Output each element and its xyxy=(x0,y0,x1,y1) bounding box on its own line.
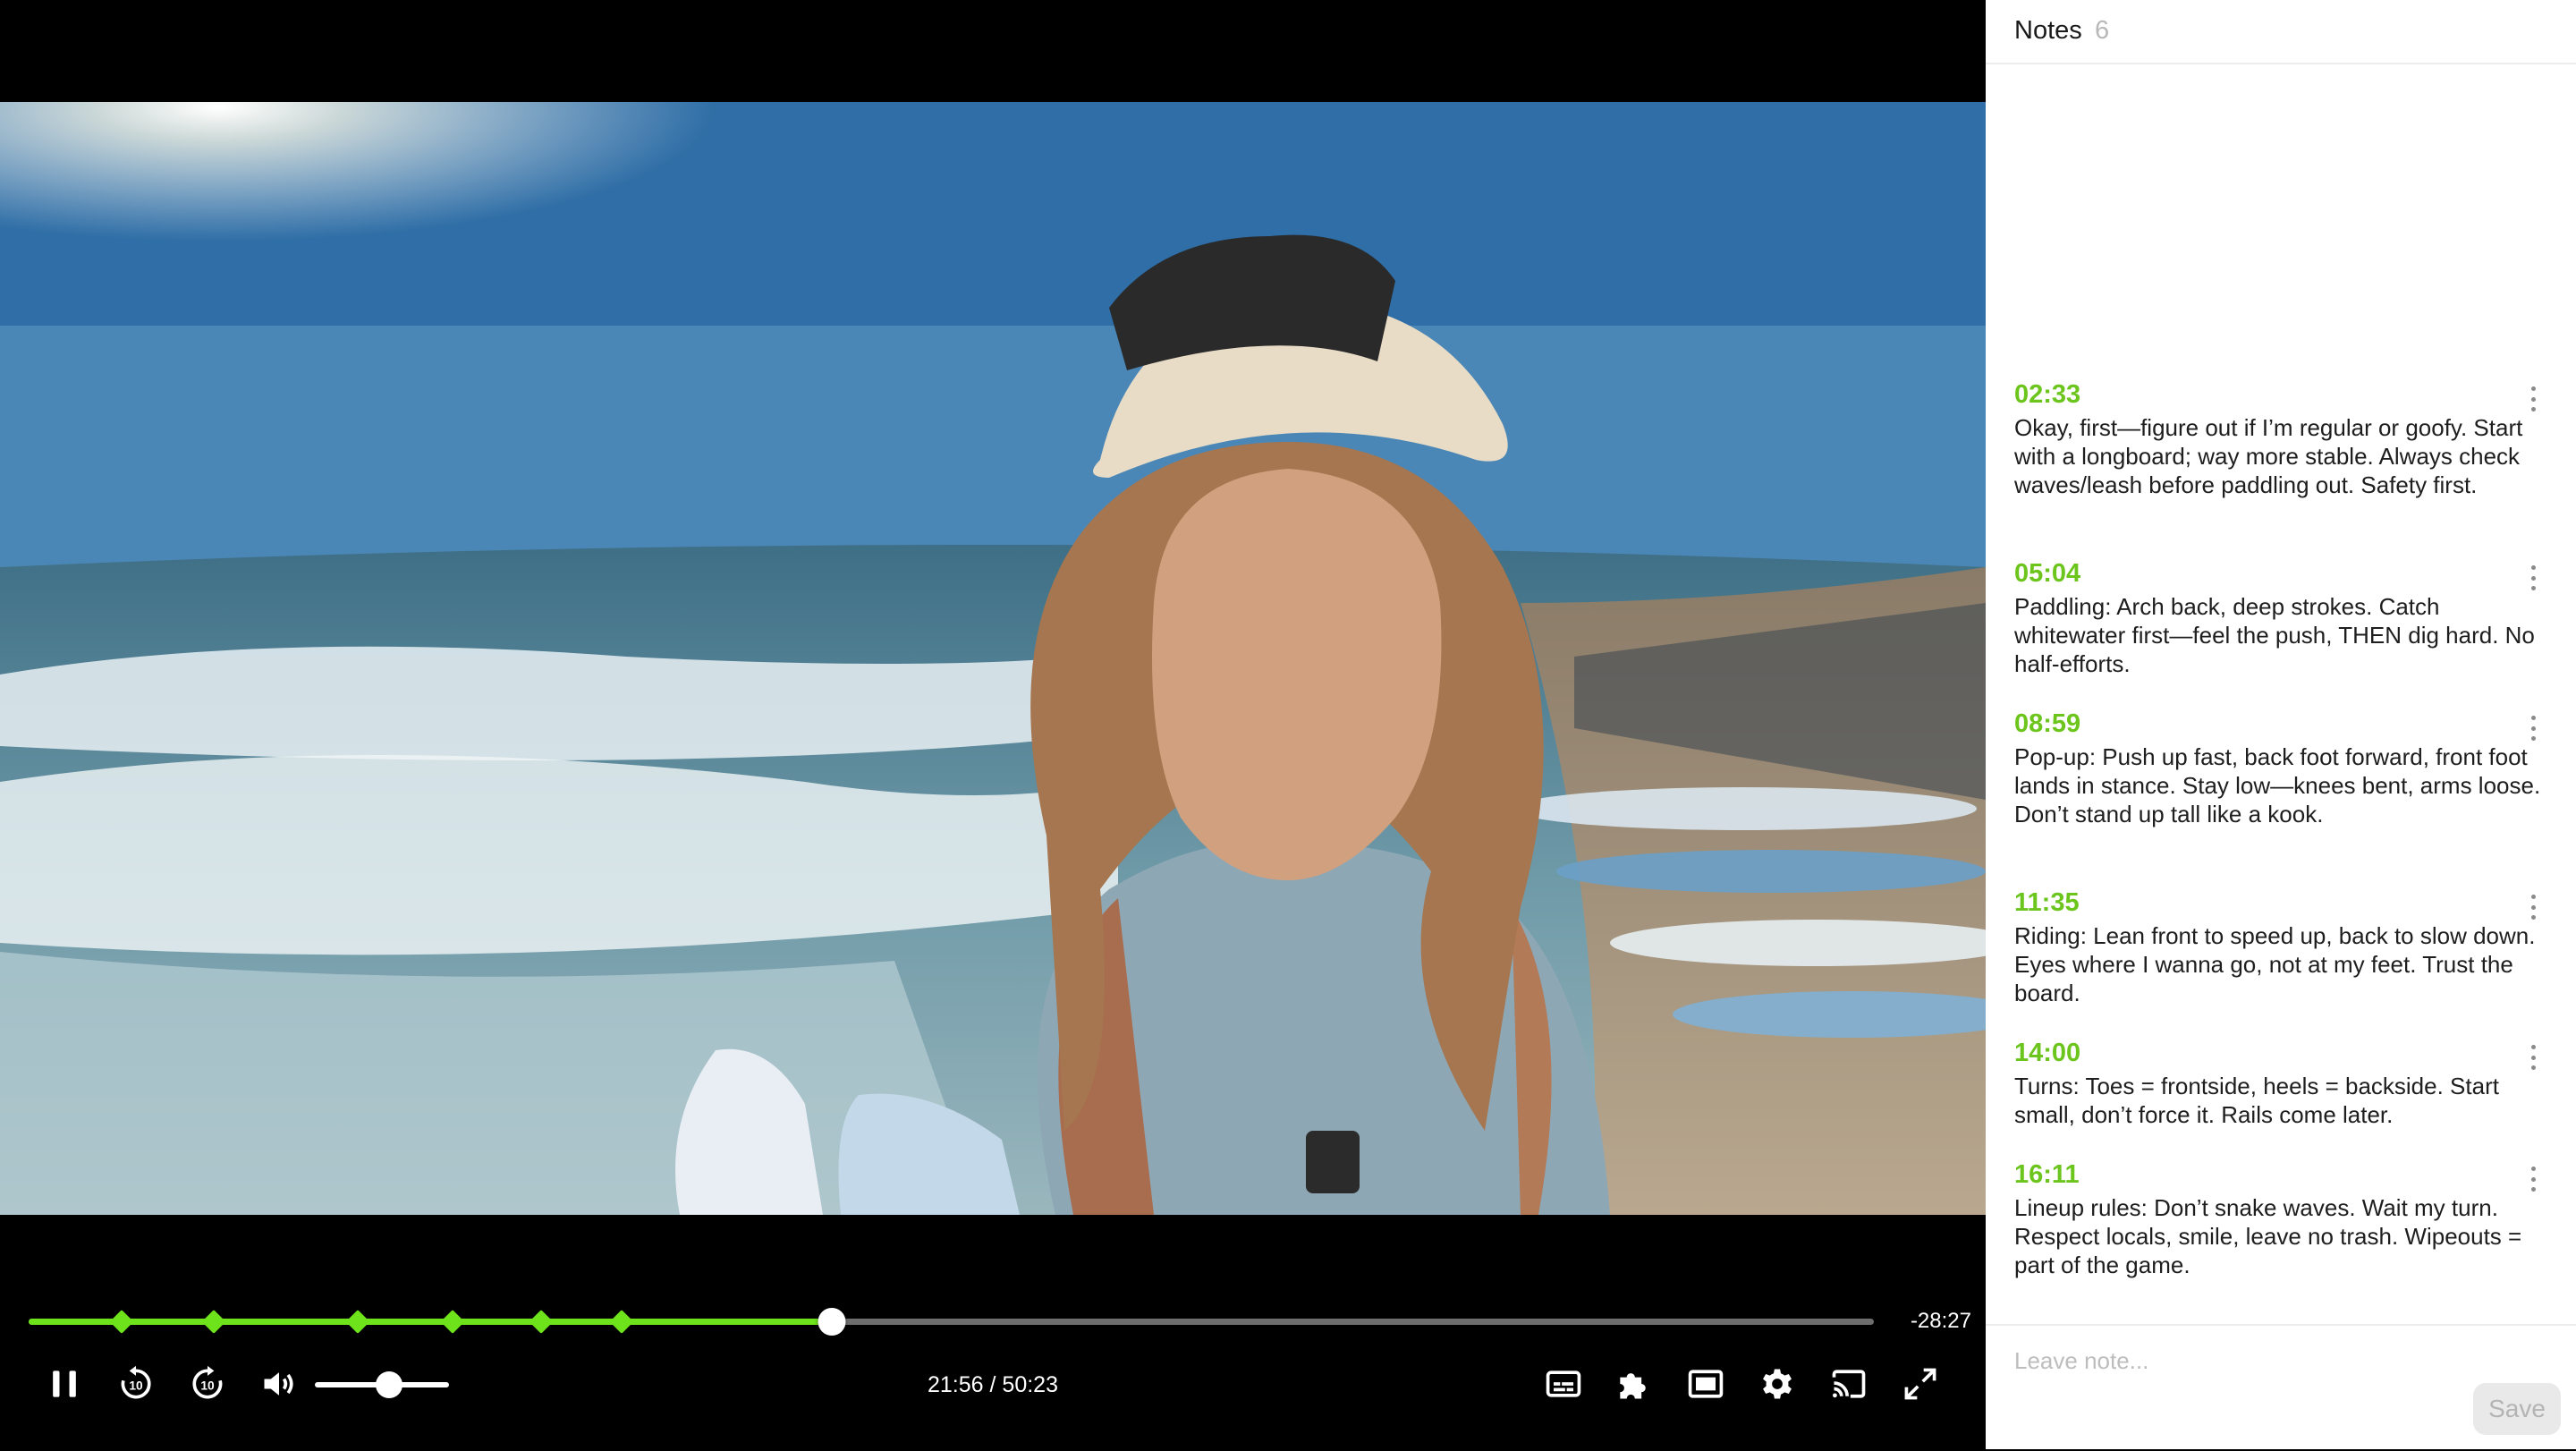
volume-slider[interactable] xyxy=(315,1371,458,1398)
note-timestamp[interactable]: 16:11 xyxy=(2014,1159,2542,1190)
cast-button[interactable] xyxy=(1824,1359,1874,1409)
notes-count: 6 xyxy=(2095,16,2110,45)
note-item[interactable]: 02:33 Okay, first—figure out if I’m regu… xyxy=(2014,379,2542,499)
time-display: 21:56 / 50:23 xyxy=(859,1369,1127,1401)
more-options-icon[interactable] xyxy=(2522,564,2544,592)
forward-10-icon: 10 xyxy=(192,1365,223,1399)
volume-icon xyxy=(264,1372,293,1396)
fullscreen-icon xyxy=(1904,1368,1936,1400)
note-timestamp[interactable]: 14:00 xyxy=(2014,1038,2542,1068)
gear-icon xyxy=(1763,1369,1792,1399)
pause-button[interactable] xyxy=(39,1359,89,1409)
progress-bar[interactable] xyxy=(29,1308,1874,1336)
note-item[interactable]: 08:59 Pop-up: Push up fast, back foot fo… xyxy=(2014,709,2542,828)
save-button[interactable]: Save xyxy=(2473,1383,2561,1435)
note-text: Pop-up: Push up fast, back foot forward,… xyxy=(2014,743,2541,827)
notes-panel: Notes 6 02:33 Okay, first—figure out if … xyxy=(1986,0,2576,1449)
note-text: Lineup rules: Don’t snake waves. Wait my… xyxy=(2014,1194,2522,1278)
more-options-icon[interactable] xyxy=(2522,1165,2544,1193)
current-time: 21:56 xyxy=(928,1372,984,1397)
note-marker[interactable] xyxy=(440,1310,465,1334)
svg-text:10: 10 xyxy=(129,1379,143,1392)
volume-handle[interactable] xyxy=(375,1371,402,1398)
note-text: Riding: Lean front to speed up, back to … xyxy=(2014,922,2536,1006)
picture-in-picture-button[interactable] xyxy=(1681,1359,1731,1409)
picture-in-picture-icon xyxy=(1688,1370,1724,1398)
fullscreen-button[interactable] xyxy=(1895,1359,1945,1409)
note-input[interactable] xyxy=(2012,1342,2517,1379)
progress-handle[interactable] xyxy=(818,1308,846,1336)
note-text: Turns: Toes = frontside, heels = backsid… xyxy=(2014,1073,2499,1128)
note-item[interactable]: 14:00 Turns: Toes = frontside, heels = b… xyxy=(2014,1038,2542,1129)
note-item[interactable]: 11:35 Riding: Lean front to speed up, ba… xyxy=(2014,887,2542,1007)
svg-text:10: 10 xyxy=(200,1379,215,1392)
pause-icon xyxy=(53,1370,76,1397)
notes-title: Notes xyxy=(2014,16,2082,45)
video-player: -28:27 10 10 21:56 / 50:23 xyxy=(0,0,1986,1449)
note-marker[interactable] xyxy=(529,1310,554,1334)
cast-icon xyxy=(1832,1370,1866,1398)
more-options-icon[interactable] xyxy=(2522,714,2544,742)
more-options-icon[interactable] xyxy=(2522,385,2544,413)
note-timestamp[interactable]: 11:35 xyxy=(2014,887,2542,918)
note-text: Okay, first—figure out if I’m regular or… xyxy=(2014,414,2523,498)
video-scene-image xyxy=(0,102,1986,1215)
time-remaining: -28:27 xyxy=(1910,1309,1971,1333)
rewind-10-button[interactable]: 10 xyxy=(111,1359,161,1409)
chapters-button[interactable] xyxy=(1608,1359,1658,1409)
note-timestamp[interactable]: 08:59 xyxy=(2014,709,2542,739)
captions-icon xyxy=(1546,1370,1581,1397)
note-timestamp[interactable]: 05:04 xyxy=(2014,558,2542,589)
note-timestamp[interactable]: 02:33 xyxy=(2014,379,2542,410)
rewind-10-icon: 10 xyxy=(121,1365,151,1399)
note-marker[interactable] xyxy=(345,1310,370,1334)
note-text: Paddling: Arch back, deep strokes. Catch… xyxy=(2014,593,2535,677)
time-separator: / xyxy=(989,1372,996,1397)
settings-button[interactable] xyxy=(1752,1359,1802,1409)
forward-10-button[interactable]: 10 xyxy=(182,1359,233,1409)
more-options-icon[interactable] xyxy=(2522,1043,2544,1072)
note-marker[interactable] xyxy=(202,1310,226,1334)
video-frame[interactable] xyxy=(0,102,1986,1215)
note-composer: Save xyxy=(1986,1324,2576,1451)
duration: 50:23 xyxy=(1002,1372,1058,1397)
more-options-icon[interactable] xyxy=(2522,893,2544,921)
notes-header: Notes 6 xyxy=(1986,0,2576,64)
captions-button[interactable] xyxy=(1538,1359,1589,1409)
note-marker[interactable] xyxy=(609,1310,634,1334)
puzzle-icon xyxy=(1620,1373,1646,1399)
progress-played xyxy=(29,1319,833,1325)
note-item[interactable]: 16:11 Lineup rules: Don’t snake waves. W… xyxy=(2014,1159,2542,1279)
note-item[interactable]: 05:04 Paddling: Arch back, deep strokes.… xyxy=(2014,558,2542,678)
volume-button[interactable] xyxy=(254,1359,304,1409)
note-marker[interactable] xyxy=(109,1310,134,1334)
